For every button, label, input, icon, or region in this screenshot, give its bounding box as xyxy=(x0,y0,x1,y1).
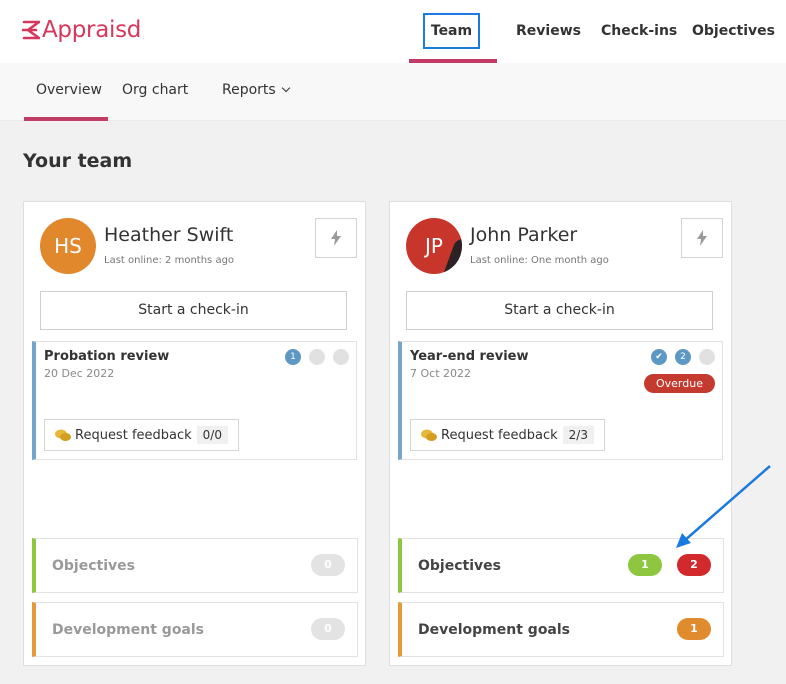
feedback-count: 0/0 xyxy=(196,426,228,444)
tab-reports[interactable]: Reports xyxy=(222,82,290,98)
last-online: Last online: 2 months ago xyxy=(104,255,235,266)
review-steps: ✔ 2 xyxy=(651,349,715,365)
objectives-on-track-count[interactable]: 1 xyxy=(628,554,662,576)
logo-mark-icon xyxy=(22,20,40,40)
nav-objectives[interactable]: Objectives xyxy=(692,23,775,39)
nav-team[interactable]: Team xyxy=(423,13,480,49)
logo-text: Appraisd xyxy=(42,17,142,43)
member-name[interactable]: John Parker xyxy=(470,224,577,246)
active-tab-indicator xyxy=(24,117,108,121)
avatar[interactable]: HS xyxy=(40,218,96,274)
review-date: 7 Oct 2022 xyxy=(410,367,472,380)
nav-reviews[interactable]: Reviews xyxy=(516,23,581,39)
review-title[interactable]: Probation review xyxy=(44,349,169,364)
review-panel[interactable]: Probation review 20 Dec 2022 1 Request f… xyxy=(32,341,357,460)
lightning-icon xyxy=(331,230,341,246)
step-indicator: 2 xyxy=(675,349,691,365)
development-goals-row[interactable]: Development goals 0 xyxy=(32,602,358,657)
step-indicator: 1 xyxy=(285,349,301,365)
top-navigation: Appraisd Team Reviews Check-ins Objectiv… xyxy=(0,0,786,63)
step-indicator xyxy=(333,349,349,365)
objectives-label: Objectives xyxy=(52,558,135,574)
avatar-initials: HS xyxy=(54,234,82,258)
development-goals-count[interactable]: 1 xyxy=(677,618,711,640)
quick-action-button[interactable] xyxy=(315,218,357,258)
nav-checkins[interactable]: Check-ins xyxy=(601,23,677,39)
objectives-label: Objectives xyxy=(418,558,501,574)
tab-overview[interactable]: Overview xyxy=(36,82,102,98)
review-panel[interactable]: Year-end review 7 Oct 2022 ✔ 2 Overdue R… xyxy=(398,341,723,460)
avatar-initials: JP xyxy=(425,234,443,258)
development-goals-count: 0 xyxy=(311,618,345,640)
review-steps: 1 xyxy=(285,349,349,365)
quick-action-button[interactable] xyxy=(681,218,723,258)
objectives-count: 0 xyxy=(311,554,345,576)
request-feedback-label: Request feedback xyxy=(75,427,192,443)
member-name[interactable]: Heather Swift xyxy=(104,224,233,246)
chat-bubbles-icon xyxy=(421,429,437,441)
tab-org-chart[interactable]: Org chart xyxy=(122,82,188,98)
objectives-at-risk-count[interactable]: 2 xyxy=(677,554,711,576)
start-checkin-button[interactable]: Start a check-in xyxy=(40,291,347,330)
request-feedback-button[interactable]: Request feedback 2/3 xyxy=(410,419,605,451)
avatar[interactable]: JP xyxy=(406,218,462,274)
feedback-count: 2/3 xyxy=(562,426,594,444)
chevron-down-icon xyxy=(281,83,290,93)
team-member-card: JP John Parker Last online: One month ag… xyxy=(389,201,732,666)
step-complete-check-icon: ✔ xyxy=(651,349,667,365)
start-checkin-button[interactable]: Start a check-in xyxy=(406,291,713,330)
overdue-badge: Overdue xyxy=(644,374,715,393)
step-indicator xyxy=(309,349,325,365)
sub-navigation: Overview Org chart Reports xyxy=(0,63,786,121)
development-goals-label: Development goals xyxy=(52,622,205,638)
last-online: Last online: One month ago xyxy=(470,255,609,266)
development-goals-row[interactable]: Development goals 1 xyxy=(398,602,724,657)
page-title: Your team xyxy=(23,150,133,172)
chat-bubbles-icon xyxy=(55,429,71,441)
appraisd-logo[interactable]: Appraisd xyxy=(22,17,141,43)
lightning-icon xyxy=(697,230,707,246)
review-date: 20 Dec 2022 xyxy=(44,367,115,380)
step-indicator xyxy=(699,349,715,365)
objectives-row[interactable]: Objectives 0 xyxy=(32,538,358,593)
request-feedback-button[interactable]: Request feedback 0/0 xyxy=(44,419,239,451)
tab-reports-label: Reports xyxy=(222,82,276,98)
team-member-card: HS Heather Swift Last online: 2 months a… xyxy=(23,201,366,666)
request-feedback-label: Request feedback xyxy=(441,427,558,443)
review-title[interactable]: Year-end review xyxy=(410,349,529,364)
objectives-row[interactable]: Objectives 1 2 xyxy=(398,538,724,593)
development-goals-label: Development goals xyxy=(418,622,571,638)
